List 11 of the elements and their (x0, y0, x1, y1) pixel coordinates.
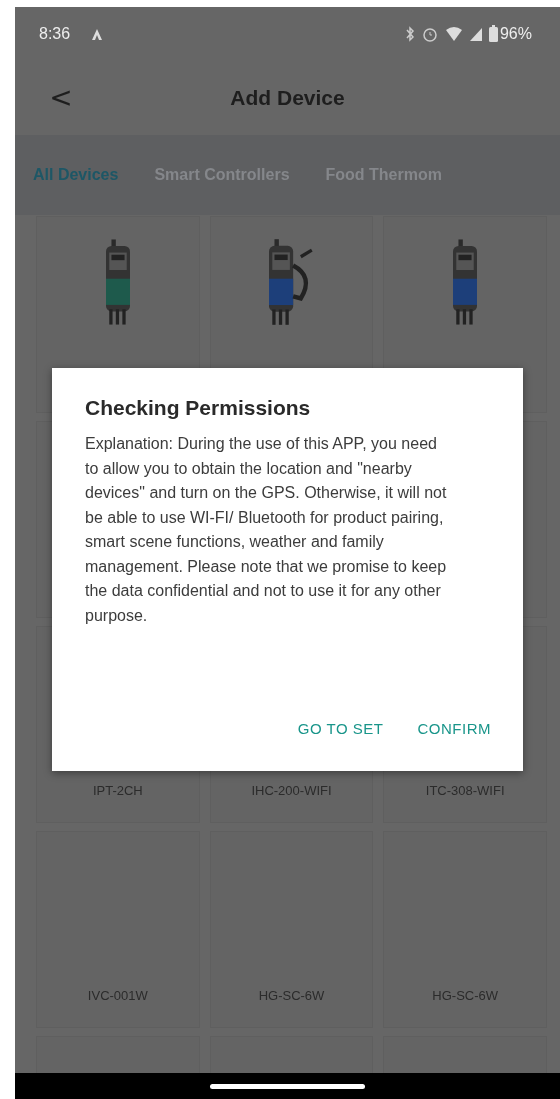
device-name: HG-SC-6W (432, 988, 498, 1003)
dialog-message: Explanation: During the use of this APP, you need to allow you to obtain the location and "nearby devices" and turn on the GPS. Otherwise, it will not be able to use WI-FI/ Bluetooth for product pairing, smart scene functions, weather and family management. Please note that we promise to keep the data confidential and not to use it for any other purpose. (85, 434, 447, 626)
page-title: Add Device (230, 85, 345, 110)
status-time: 8:36 (39, 24, 71, 43)
battery-percent: 96% (499, 24, 532, 43)
device-name: IHC-200-WIFI (251, 783, 332, 798)
dialog-title: Checking Permissions (85, 396, 312, 420)
device-name: IPT-2CH (92, 783, 143, 798)
device-name: HG-SC-6W (258, 988, 325, 1003)
device-name: ITC-308-WIFI (425, 783, 505, 798)
device-name: IVC-001W (87, 988, 148, 1003)
